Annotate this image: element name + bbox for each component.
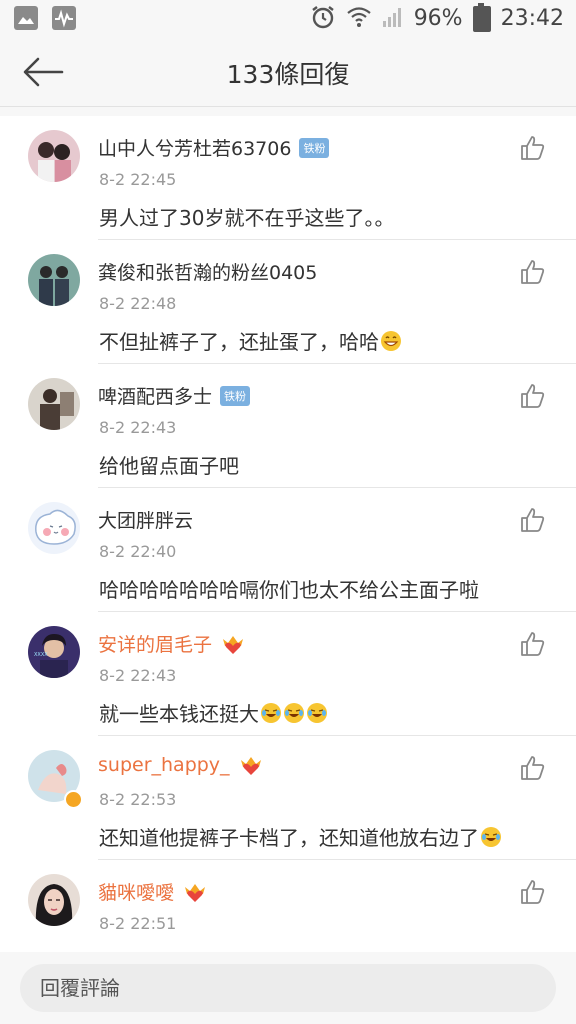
signal-icon [382,5,404,33]
comment-text-body: 哈哈哈哈哈哈哈嗝你们也太不给公主面子啦 [99,578,479,602]
comment-item: 龚俊和张哲瀚的粉丝0405 8-2 22:48 不但扯裤子了，还扯蛋了，哈哈 [0,240,576,364]
comment-text-body: 给他留点面子吧 [99,454,239,478]
comment-text-body: 就一些本钱还挺大 [99,702,259,726]
thumbs-up-icon[interactable] [518,878,546,906]
reply-input[interactable]: 回覆評論 [20,964,556,1012]
comment-text: 男人过了30岁就不在乎这些了。。 [99,202,394,231]
clock: 23:42 [500,6,564,31]
comment-time: 8-2 22:53 [99,790,177,809]
wifi-icon [346,5,372,33]
username[interactable]: 安详的眉毛子 [98,630,212,657]
avatar[interactable] [28,378,80,430]
comment-item: XXXX 安详的眉毛子 8-2 22:43 就一些本钱还挺大 [0,612,576,736]
comment-item: 山中人兮芳杜若63706 铁粉 8-2 22:45 男人过了30岁就不在乎这些了… [0,116,576,240]
username[interactable]: 大团胖胖云 [98,506,193,533]
comment-text-body: 不但扯裤子了，还扯蛋了，哈哈 [99,330,379,354]
status-bar: 96% 23:42 [0,0,576,40]
thumbs-up-icon[interactable] [518,382,546,410]
svg-text:XXXX: XXXX [34,652,48,658]
laugh-cry-emoji [481,827,501,847]
avatar[interactable] [28,502,80,554]
comment-time: 8-2 22:51 [99,914,177,933]
comment-time: 8-2 22:43 [99,418,177,437]
comment-text: 不但扯裤子了，还扯蛋了，哈哈 [99,326,402,355]
image-icon [14,6,38,30]
comment-header: 大团胖胖云 [98,506,193,533]
comment-time: 8-2 22:48 [99,294,177,313]
comment-time: 8-2 22:40 [99,542,177,561]
activity-icon [52,6,76,30]
status-left-icons [14,6,76,30]
crown-heart-icon [182,881,208,903]
comment-header: 安详的眉毛子 [98,630,246,657]
comment-item: 大团胖胖云 8-2 22:40 哈哈哈哈哈哈哈嗝你们也太不给公主面子啦 [0,488,576,612]
username[interactable]: super_happy_ [98,754,230,776]
username[interactable]: 龚俊和张哲瀚的粉丝0405 [98,258,317,285]
battery-icon [472,3,491,32]
grin-emoji [381,331,401,351]
avatar[interactable] [28,254,80,306]
comment-header: 貓咪噯噯 [98,878,208,905]
thumbs-up-icon[interactable] [518,506,546,534]
status-right: 96% 23:42 [310,3,564,34]
nav-bar: 133條回復 [0,40,576,107]
avatar[interactable] [28,130,80,182]
thumbs-up-icon[interactable] [518,258,546,286]
comment-item: super_happy_ 8-2 22:53 还知道他提裤子卡档了，还知道他放右… [0,736,576,860]
comment-header: super_happy_ [98,754,264,776]
crown-heart-icon [220,633,246,655]
comment-item: 貓咪噯噯 8-2 22:51 [0,860,576,952]
comment-text: 给他留点面子吧 [99,450,239,479]
comment-item: 啤酒配西多士 铁粉 8-2 22:43 给他留点面子吧 [0,364,576,488]
thumbs-up-icon[interactable] [518,630,546,658]
comment-text-body: 还知道他提裤子卡档了，还知道他放右边了 [99,826,479,850]
comment-list[interactable]: 山中人兮芳杜若63706 铁粉 8-2 22:45 男人过了30岁就不在乎这些了… [0,116,576,952]
comment-time: 8-2 22:45 [99,170,177,189]
username[interactable]: 山中人兮芳杜若63706 [98,134,291,161]
fan-badge: 铁粉 [220,385,251,406]
comment-time: 8-2 22:43 [99,666,177,685]
battery-percent: 96% [413,6,463,31]
fan-badge: 铁粉 [299,137,330,158]
verified-badge [64,790,83,809]
thumbs-up-icon[interactable] [518,754,546,782]
comment-header: 山中人兮芳杜若63706 铁粉 [98,134,330,161]
comment-text: 就一些本钱还挺大 [99,698,328,727]
comment-text-body: 男人过了30岁就不在乎这些了。。 [99,206,395,230]
laugh-cry-emoji [284,703,304,723]
avatar[interactable]: XXXX [28,626,80,678]
thumbs-up-icon[interactable] [518,134,546,162]
reply-bar: 回覆評論 [0,952,576,1024]
avatar[interactable] [28,874,80,926]
comment-text: 哈哈哈哈哈哈哈嗝你们也太不给公主面子啦 [99,574,479,603]
page-title: 133條回復 [226,60,350,89]
crown-heart-icon [238,754,264,776]
username[interactable]: 貓咪噯噯 [98,878,174,905]
laugh-cry-emoji [307,703,327,723]
comment-header: 龚俊和张哲瀚的粉丝0405 [98,258,317,285]
laugh-cry-emoji [261,703,281,723]
comment-header: 啤酒配西多士 铁粉 [98,382,251,409]
alarm-icon [310,4,336,34]
username[interactable]: 啤酒配西多士 [98,382,212,409]
comment-text: 还知道他提裤子卡档了，还知道他放右边了 [99,822,502,851]
